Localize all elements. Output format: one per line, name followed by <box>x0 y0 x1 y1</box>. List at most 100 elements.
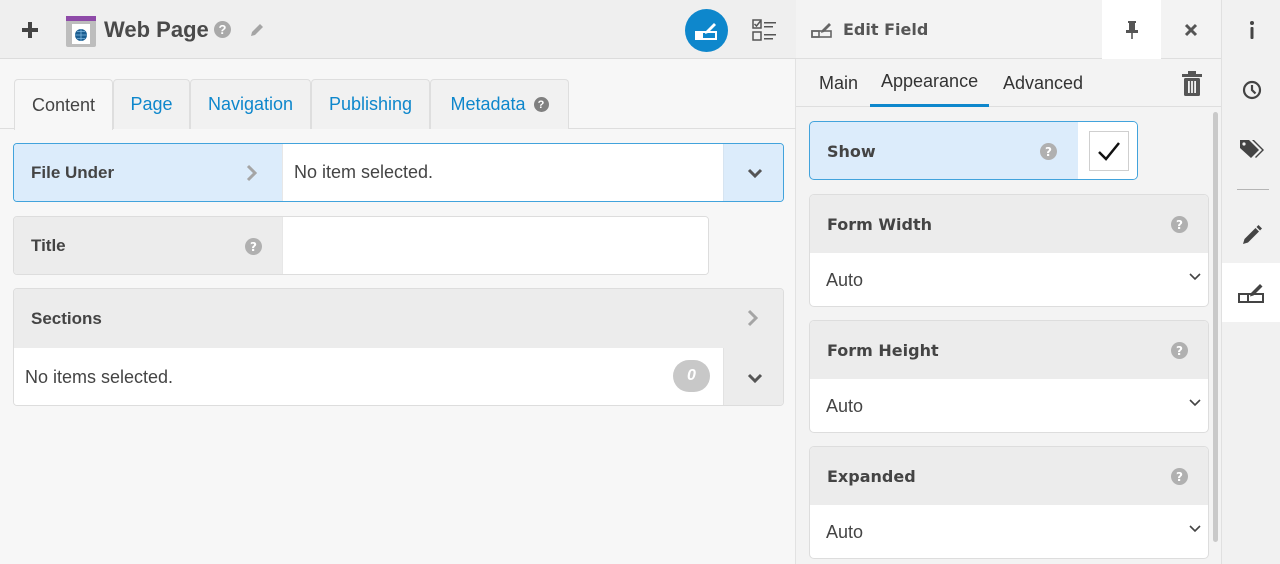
file-under-label[interactable]: File Under <box>14 144 282 201</box>
show-field: Show ? <box>809 121 1138 180</box>
tab-publishing[interactable]: Publishing <box>311 79 430 129</box>
sections-value[interactable]: No items selected. 0 <box>14 348 723 405</box>
field-label-text: File Under <box>31 162 115 182</box>
tab-content[interactable]: Content <box>14 79 113 130</box>
chevron-down-icon <box>747 168 762 178</box>
tab-appearance[interactable]: Appearance <box>870 59 990 107</box>
select-value: Auto <box>826 270 864 290</box>
plus-icon <box>22 22 38 38</box>
field-header: Form Width ? <box>810 195 1208 253</box>
field-label-text: Title <box>31 235 66 255</box>
expanded-field: Expanded ? Auto <box>809 446 1209 559</box>
chevron-down-icon <box>1189 525 1201 533</box>
form-height-field: Form Height ? Auto <box>809 320 1209 433</box>
right-rail <box>1221 0 1280 564</box>
tab-label: Navigation <box>207 94 294 114</box>
history-button[interactable] <box>1222 60 1280 119</box>
chevron-down-icon <box>1189 273 1201 281</box>
file-under-field: File Under No item selected. <box>13 143 784 202</box>
edit-field-icon <box>811 23 832 38</box>
tags-button[interactable] <box>1222 119 1280 178</box>
help-icon[interactable]: ? <box>245 238 262 255</box>
help-icon[interactable]: ? <box>1040 143 1057 160</box>
tab-label: Content <box>31 94 96 115</box>
page-title: Web Page <box>104 17 209 42</box>
tab-label: Main <box>819 72 859 93</box>
sections-dropdown-button[interactable] <box>723 348 783 405</box>
editor-tabs: Content Page Navigation Publishing Metad… <box>0 79 796 130</box>
history-icon <box>1242 80 1261 99</box>
sections-field: Sections No items selected. 0 <box>13 288 784 406</box>
checkmark-icon <box>1097 141 1120 161</box>
title-label: Title <box>14 217 282 274</box>
panel-tabs: Main Appearance Advanced <box>796 59 1221 107</box>
close-button[interactable] <box>1161 0 1221 59</box>
title-input[interactable] <box>282 217 708 274</box>
edit-field-icon <box>1237 283 1264 303</box>
pencil-icon <box>1242 224 1262 244</box>
tab-page[interactable]: Page <box>113 79 190 129</box>
help-icon[interactable]: ? <box>1171 216 1188 233</box>
show-checkbox-area <box>1078 122 1137 179</box>
select-value: Auto <box>826 522 864 542</box>
chevron-right-icon[interactable] <box>747 309 759 327</box>
info-button[interactable] <box>1222 0 1280 59</box>
show-label: Show <box>827 142 876 161</box>
editor-toolbar: Web Page ? <box>0 0 796 59</box>
tab-main[interactable]: Main <box>819 59 858 107</box>
help-icon[interactable]: ? <box>1171 342 1188 359</box>
web-page-icon <box>66 16 96 47</box>
panel-header: Edit Field <box>796 0 1221 59</box>
expanded-select[interactable]: Auto <box>810 505 1208 558</box>
add-button[interactable] <box>16 16 44 44</box>
pin-button[interactable] <box>1102 0 1161 59</box>
field-header: Expanded ? <box>810 447 1208 505</box>
sections-header[interactable]: Sections <box>14 289 783 348</box>
tab-metadata[interactable]: Metadata? <box>430 79 569 129</box>
tab-label: Advanced <box>1003 72 1084 93</box>
pin-icon <box>1125 20 1138 39</box>
file-under-dropdown-button[interactable] <box>723 144 783 201</box>
help-icon[interactable]: ? <box>214 21 231 38</box>
panel-scrollbar[interactable] <box>1213 112 1218 542</box>
expanded-label: Expanded <box>827 467 916 486</box>
close-icon <box>1184 23 1198 36</box>
tab-label: Page <box>130 94 173 114</box>
field-header: Form Height ? <box>810 321 1208 379</box>
edit-field-button[interactable] <box>1222 263 1280 322</box>
pencil-icon[interactable] <box>248 21 266 39</box>
tab-label: Metadata <box>450 94 526 114</box>
form-width-field: Form Width ? Auto <box>809 194 1209 307</box>
field-label-text: Sections <box>31 308 102 328</box>
form-width-select[interactable]: Auto <box>810 253 1208 306</box>
help-icon[interactable]: ? <box>533 97 549 112</box>
edit-field-button[interactable] <box>685 9 728 52</box>
help-icon[interactable]: ? <box>1171 468 1188 485</box>
tab-label: Publishing <box>328 94 413 114</box>
rail-divider <box>1237 189 1269 190</box>
show-checkbox[interactable] <box>1088 130 1129 171</box>
form-height-label: Form Height <box>827 341 939 360</box>
checklist-icon[interactable] <box>752 18 778 42</box>
form-width-label: Form Width <box>827 215 933 234</box>
file-under-value[interactable]: No item selected. <box>282 144 723 201</box>
panel-title: Edit Field <box>843 20 929 39</box>
tab-label: Appearance <box>881 71 979 91</box>
edit-field-icon <box>694 22 717 40</box>
tags-icon <box>1239 139 1264 158</box>
chevron-right-icon[interactable] <box>246 164 258 182</box>
main-editor: Web Page ? Content Page Navigation Publi… <box>0 0 796 564</box>
trash-icon[interactable] <box>1180 71 1204 97</box>
sections-value-text: No items selected. <box>25 367 174 387</box>
tab-advanced[interactable]: Advanced <box>1003 59 1083 107</box>
chevron-down-icon <box>1189 399 1201 407</box>
edit-button[interactable] <box>1222 205 1280 264</box>
info-icon <box>1249 20 1254 39</box>
title-field: Title ? <box>13 216 709 275</box>
edit-field-panel: Edit Field Main Appearance Advanced Show… <box>796 0 1221 564</box>
tab-navigation[interactable]: Navigation <box>190 79 311 129</box>
count-badge: 0 <box>673 360 710 392</box>
select-value: Auto <box>826 396 864 416</box>
form-height-select[interactable]: Auto <box>810 379 1208 432</box>
chevron-down-icon <box>747 373 762 383</box>
